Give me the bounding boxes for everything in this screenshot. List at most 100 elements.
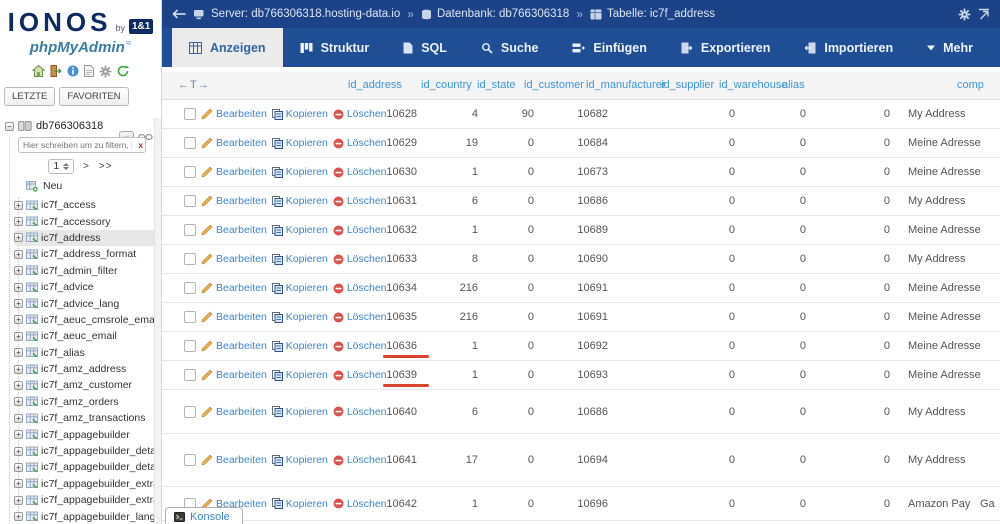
- edit-link[interactable]: Bearbeiten: [201, 454, 267, 466]
- column-header-id_warehouse[interactable]: id_warehouse: [719, 79, 788, 91]
- copy-link[interactable]: Kopieren: [271, 369, 328, 381]
- row-checkbox[interactable]: [184, 224, 196, 236]
- tree-item-database[interactable]: − db766306318: [0, 120, 161, 132]
- column-header-id_country[interactable]: id_country: [421, 79, 472, 91]
- tab-mehr[interactable]: Mehr: [910, 28, 990, 67]
- tab-importieren[interactable]: Importieren: [787, 28, 910, 67]
- next-page-link[interactable]: >: [83, 161, 90, 172]
- new-table-link[interactable]: Neu: [0, 176, 161, 195]
- tree-item-ic7f_aeuc_email[interactable]: + ic7f_aeuc_email: [14, 328, 161, 344]
- column-header-id_supplier[interactable]: id_supplier: [661, 79, 714, 91]
- docs-icon[interactable]: [84, 65, 94, 78]
- edit-link[interactable]: Bearbeiten: [201, 311, 267, 323]
- scroll-top-icon[interactable]: [978, 8, 990, 20]
- expand-icon[interactable]: +: [14, 495, 23, 505]
- row-checkbox[interactable]: [184, 405, 196, 418]
- column-header-id_state[interactable]: id_state: [477, 79, 516, 91]
- copy-link[interactable]: Kopieren: [271, 108, 328, 120]
- row-checkbox[interactable]: [184, 340, 196, 352]
- row-checkbox[interactable]: [184, 311, 196, 323]
- row-checkbox[interactable]: [184, 108, 196, 120]
- column-header-comp[interactable]: comp: [957, 79, 984, 91]
- copy-link[interactable]: Kopieren: [271, 137, 328, 149]
- copy-link[interactable]: Kopieren: [271, 282, 328, 294]
- expand-icon[interactable]: +: [14, 217, 23, 227]
- back-arrow-icon[interactable]: [172, 9, 186, 19]
- refresh-icon[interactable]: [117, 65, 129, 78]
- edit-link[interactable]: Bearbeiten: [201, 108, 267, 120]
- breadcrumb-database[interactable]: Datenbank: db766306318: [421, 8, 569, 20]
- expand-icon[interactable]: +: [14, 397, 23, 407]
- tree-item-ic7f_amz_orders[interactable]: + ic7f_amz_orders: [14, 394, 161, 410]
- expand-icon[interactable]: +: [14, 413, 23, 423]
- tree-item-ic7f_appagebuilder[interactable]: + ic7f_appagebuilder: [14, 426, 161, 442]
- breadcrumb-server[interactable]: Server: db766306318.hosting-data.io: [193, 8, 400, 20]
- sidebar-scrollbar[interactable]: [154, 118, 161, 524]
- expand-icon[interactable]: +: [14, 233, 23, 243]
- settings-icon[interactable]: [99, 65, 112, 78]
- tree-item-ic7f_advice[interactable]: + ic7f_advice: [14, 279, 161, 295]
- tree-item-ic7f_amz_transactions[interactable]: + ic7f_amz_transactions: [14, 410, 161, 426]
- tree-item-ic7f_appagebuilder_details[interactable]: + ic7f_appagebuilder_details: [14, 443, 161, 459]
- tab-sql[interactable]: SQL: [386, 28, 464, 67]
- page-select[interactable]: 1: [48, 159, 75, 174]
- tree-item-ic7f_access[interactable]: + ic7f_access: [14, 197, 161, 213]
- edit-link[interactable]: Bearbeiten: [201, 224, 267, 236]
- expand-icon[interactable]: +: [14, 282, 23, 292]
- info-icon[interactable]: [67, 65, 79, 78]
- copy-link[interactable]: Kopieren: [271, 454, 328, 466]
- row-checkbox[interactable]: [184, 195, 196, 207]
- expand-icon[interactable]: +: [14, 315, 23, 325]
- row-checkbox[interactable]: [184, 137, 196, 149]
- row-checkbox[interactable]: [184, 282, 196, 294]
- edit-link[interactable]: Bearbeiten: [201, 195, 267, 207]
- expand-icon[interactable]: +: [14, 462, 23, 472]
- tree-item-ic7f_aeuc_cmsrole_email[interactable]: + ic7f_aeuc_cmsrole_email: [14, 312, 161, 328]
- expand-icon[interactable]: +: [14, 479, 23, 489]
- tree-item-ic7f_appagebuilder_extracat[interactable]: + ic7f_appagebuilder_extracat: [14, 476, 161, 492]
- settings-gear-icon[interactable]: [958, 8, 971, 21]
- tree-item-ic7f_admin_filter[interactable]: + ic7f_admin_filter: [14, 263, 161, 279]
- copy-link[interactable]: Kopieren: [271, 311, 328, 323]
- row-checkbox[interactable]: [184, 253, 196, 265]
- breadcrumb-table[interactable]: Tabelle: ic7f_address: [590, 8, 715, 20]
- edit-link[interactable]: Bearbeiten: [201, 137, 267, 149]
- recent-tables-button[interactable]: LETZTE: [4, 87, 56, 106]
- tree-filter-input[interactable]: [18, 137, 146, 153]
- tree-item-ic7f_advice_lang[interactable]: + ic7f_advice_lang: [14, 295, 161, 311]
- logout-icon[interactable]: [50, 65, 62, 78]
- copy-link[interactable]: Kopieren: [271, 498, 328, 510]
- expand-icon[interactable]: +: [14, 380, 23, 390]
- expand-icon[interactable]: +: [14, 200, 23, 210]
- collapse-icon[interactable]: −: [5, 121, 14, 131]
- tree-item-ic7f_appagebuilder_details_sl[interactable]: + ic7f_appagebuilder_details_sl: [14, 459, 161, 475]
- tree-item-ic7f_appagebuilder_extrapro[interactable]: + ic7f_appagebuilder_extrapro: [14, 492, 161, 508]
- clear-filter-icon[interactable]: x: [138, 140, 143, 150]
- tree-item-ic7f_address[interactable]: + ic7f_address: [14, 229, 161, 247]
- copy-link[interactable]: Kopieren: [271, 166, 328, 178]
- tree-item-ic7f_amz_customer[interactable]: + ic7f_amz_customer: [14, 377, 161, 393]
- last-page-link[interactable]: >>: [99, 161, 113, 172]
- home-icon[interactable]: [32, 65, 45, 78]
- column-header-alias[interactable]: alias: [782, 79, 805, 91]
- tab-anzeigen[interactable]: Anzeigen: [172, 28, 283, 67]
- expand-icon[interactable]: +: [14, 348, 23, 358]
- copy-link[interactable]: Kopieren: [271, 195, 328, 207]
- expand-icon[interactable]: +: [14, 446, 23, 456]
- tab-einf-gen[interactable]: Einfügen: [555, 28, 663, 67]
- column-header-id_address[interactable]: id_address: [348, 79, 402, 91]
- copy-link[interactable]: Kopieren: [271, 224, 328, 236]
- edit-link[interactable]: Bearbeiten: [201, 253, 267, 265]
- row-checkbox[interactable]: [184, 166, 196, 178]
- tab-struktur[interactable]: Struktur: [283, 28, 387, 67]
- expand-icon[interactable]: +: [14, 512, 23, 522]
- tree-item-ic7f_accessory[interactable]: + ic7f_accessory: [14, 213, 161, 229]
- expand-icon[interactable]: +: [14, 430, 23, 440]
- row-checkbox[interactable]: [184, 454, 196, 466]
- expand-icon[interactable]: +: [14, 249, 23, 259]
- edit-link[interactable]: Bearbeiten: [201, 340, 267, 352]
- row-checkbox[interactable]: [184, 369, 196, 381]
- copy-link[interactable]: Kopieren: [271, 340, 328, 352]
- edit-link[interactable]: Bearbeiten: [201, 406, 267, 418]
- tree-item-ic7f_alias[interactable]: + ic7f_alias: [14, 345, 161, 361]
